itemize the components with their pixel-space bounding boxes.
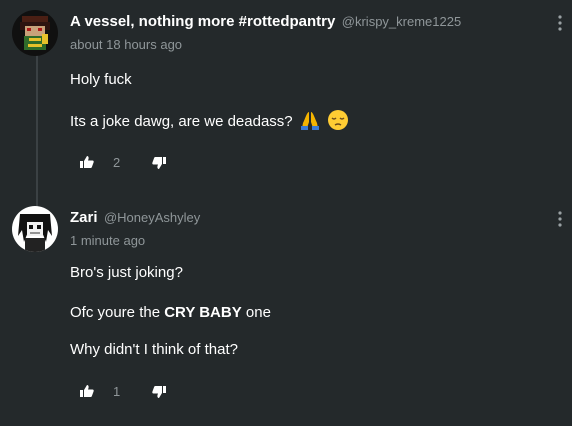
comment-timestamp: 1 minute ago (70, 233, 146, 248)
author-name[interactable]: Zari (70, 209, 98, 226)
more-options-icon[interactable] (556, 14, 564, 32)
author-avatar[interactable] (12, 206, 58, 252)
avatar-image (12, 10, 58, 56)
thumbs-down-icon[interactable] (151, 155, 169, 173)
comment-text: one (241, 304, 271, 321)
comment-thread: A vessel, nothing more #rottedpantry @kr… (0, 0, 572, 426)
pensive-face-emoji (327, 109, 349, 135)
like-count: 2 (113, 155, 121, 170)
comment-text-line: Holy fuck (70, 71, 132, 88)
more-options-icon[interactable] (556, 210, 564, 228)
thumbs-down-icon[interactable] (151, 384, 169, 402)
comment-timestamp: about 18 hours ago (70, 37, 183, 52)
author-handle[interactable]: @HoneyAshyley (104, 210, 200, 225)
comment-text-line: Its a joke dawg, are we deadass? (70, 109, 349, 135)
comment-header: Zari @HoneyAshyley (70, 209, 200, 227)
author-name[interactable]: A vessel, nothing more #rottedpantry (70, 13, 335, 30)
like-count: 1 (113, 384, 121, 399)
avatar-image (12, 206, 58, 252)
thumbs-up-icon[interactable] (79, 154, 97, 172)
thread-line (36, 52, 38, 207)
bold-text: CRY BABY (164, 304, 242, 321)
comment-text-line: Why didn't I think of that? (70, 341, 238, 358)
folded-hands-emoji (299, 109, 321, 135)
author-handle[interactable]: @krispy_kreme1225 (342, 14, 461, 29)
author-avatar[interactable] (12, 10, 58, 56)
thumbs-up-icon[interactable] (79, 383, 97, 401)
comment-text-line: Bro's just joking? (70, 264, 183, 281)
comment-text: Its a joke dawg, are we deadass? (70, 113, 293, 130)
comment-text-line: Ofc youre the CRY BABY one (70, 304, 271, 321)
comment-text: Ofc youre the (70, 304, 165, 321)
comment-header: A vessel, nothing more #rottedpantry @kr… (70, 13, 461, 31)
